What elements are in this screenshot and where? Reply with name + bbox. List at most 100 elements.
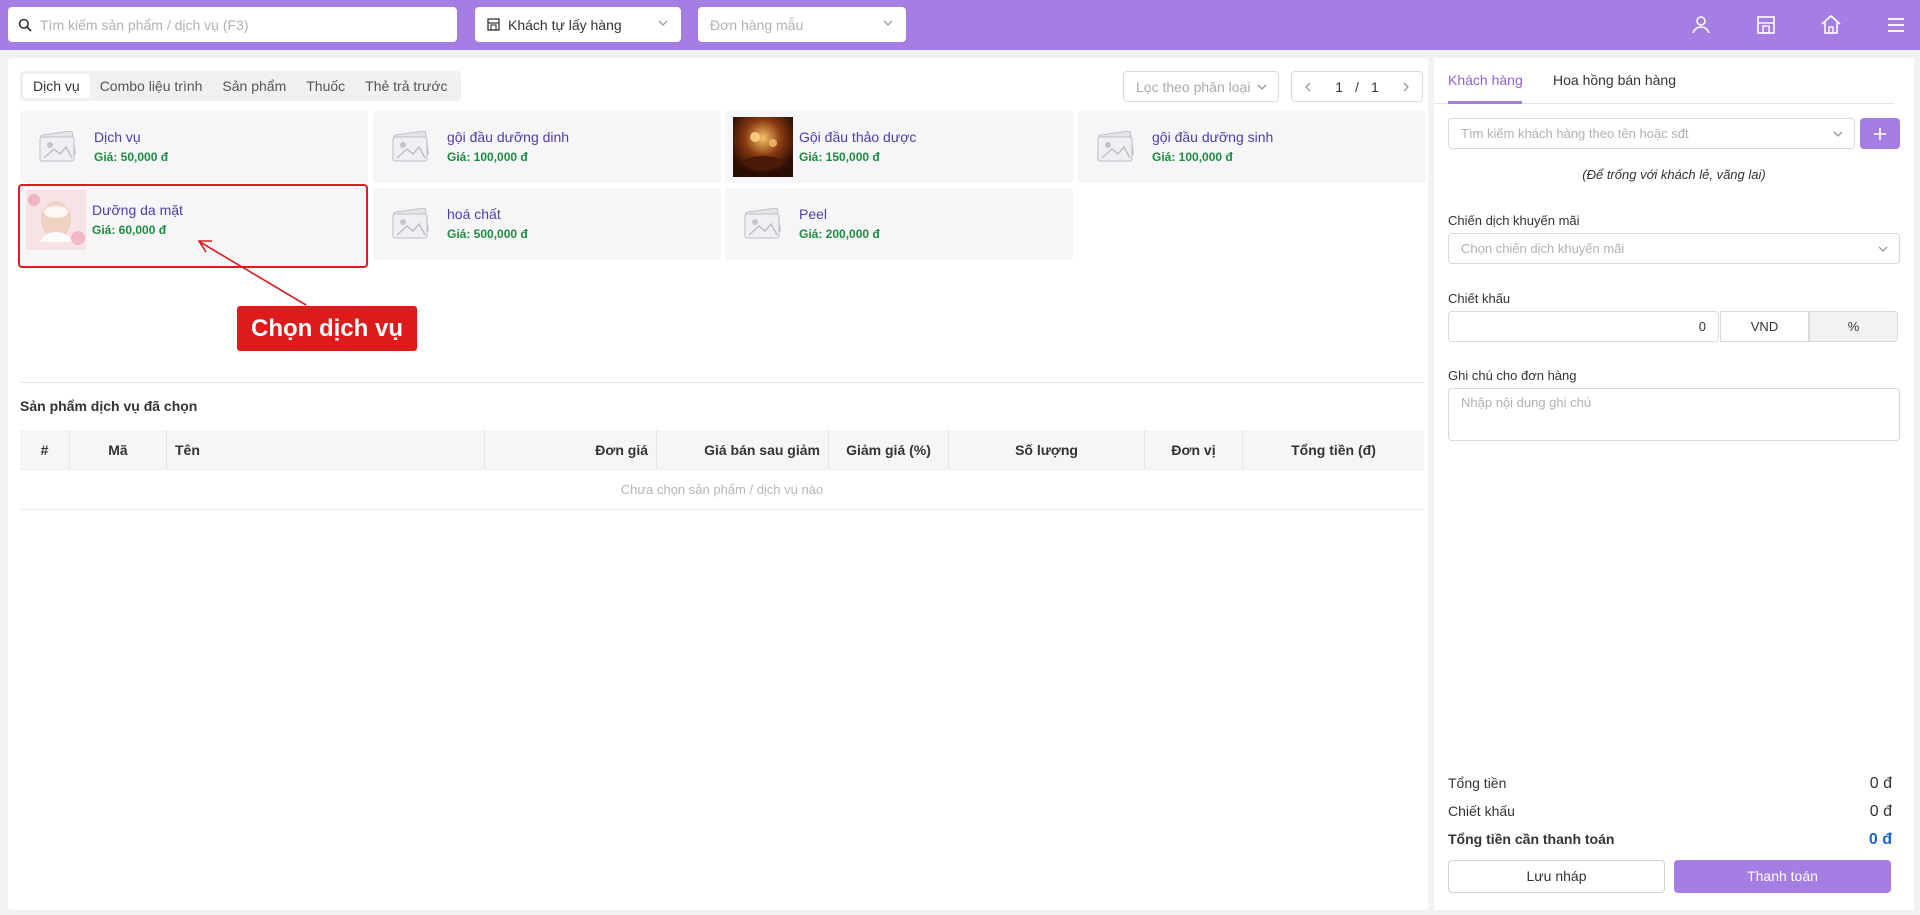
service-name: gội đầu dưỡng sinh — [1152, 129, 1274, 145]
col-unit-price: Đơn giá — [485, 430, 657, 470]
col-unit: Đơn vị — [1145, 430, 1243, 470]
discount-row: Chiết khấu 0 đ — [1448, 803, 1892, 825]
total-row: Tổng tiền cần thanh toán 0 đ — [1448, 831, 1892, 853]
tab-customer[interactable]: Khách hàng — [1448, 72, 1523, 88]
chevron-down-icon — [658, 20, 668, 26]
promo-select[interactable]: Chọn chiến dịch khuyến mãi — [1448, 233, 1900, 264]
tab-sales-commission[interactable]: Hoa hồng bán hàng — [1553, 72, 1676, 88]
section-divider — [20, 382, 1424, 383]
discount-input[interactable]: 0 — [1448, 311, 1719, 342]
tab-medicine[interactable]: Thuốc — [296, 74, 355, 98]
service-price: Giá: 500,000 đ — [447, 227, 528, 241]
tab-services[interactable]: Dịch vụ — [23, 74, 90, 98]
service-name: Dưỡng da mặt — [92, 202, 183, 218]
discount-summary-value: 0 đ — [1869, 803, 1892, 820]
tab-combo[interactable]: Combo liệu trình — [90, 74, 213, 98]
menu-icon[interactable] — [1884, 13, 1908, 37]
category-filter-placeholder: Lọc theo phân loại — [1136, 78, 1251, 95]
col-total: Tổng tiền (đ) — [1291, 442, 1376, 458]
service-name: gội đầu dưỡng dinh — [447, 129, 570, 145]
order-note-textarea[interactable]: Nhập nội dung ghi chú — [1448, 388, 1900, 441]
col-quantity: Số lượng — [949, 430, 1145, 470]
product-search-input[interactable]: Tìm kiếm sản phẩm / dịch vụ (F3) — [40, 17, 249, 33]
herbal-photo — [733, 117, 793, 177]
category-filter-select[interactable]: Lọc theo phân loại — [1123, 71, 1279, 102]
service-card[interactable]: Gội đầu thảo dược Giá: 150,000 đ — [725, 111, 1073, 183]
service-card[interactable]: Dịch vụ Giá: 50,000 đ — [20, 111, 368, 183]
subtotal-value: 0 đ — [1869, 775, 1892, 792]
service-card[interactable]: gội đầu dưỡng sinh Giá: 100,000 đ — [1078, 111, 1426, 183]
subtotal-label: Tổng tiền — [1448, 775, 1507, 791]
user-icon[interactable] — [1689, 13, 1713, 37]
placeholder-image-icon — [1086, 117, 1146, 177]
active-tab-indicator — [1448, 101, 1522, 104]
subtotal-row: Tổng tiền 0 đ — [1448, 775, 1892, 797]
service-price: Giá: 200,000 đ — [799, 227, 880, 241]
delivery-mode-value: Khách tự lấy hàng — [508, 16, 622, 33]
service-card[interactable]: gội đầu dưỡng dinh Giá: 100,000 đ — [373, 111, 721, 183]
store-icon[interactable] — [1754, 13, 1778, 37]
discount-summary-label: Chiết khấu — [1448, 803, 1515, 819]
promo-placeholder: Chọn chiến dịch khuyến mãi — [1461, 241, 1625, 256]
service-card[interactable]: Peel Giá: 200,000 đ — [725, 188, 1073, 260]
col-price-after-discount: Giá bán sau giảm — [657, 430, 829, 470]
note-label: Ghi chú cho đơn hàng — [1448, 368, 1577, 383]
total-pages: 1 — [1370, 78, 1379, 95]
choose-service-callout: Chọn dịch vụ — [237, 306, 417, 351]
discount-unit-percent[interactable]: % — [1809, 311, 1898, 342]
walk-in-hint: (Để trống với khách lẻ, vãng lai) — [1582, 167, 1766, 182]
customer-search-placeholder: Tìm kiếm khách hàng theo tên hoặc sđt — [1461, 126, 1689, 141]
customer-panel: Khách hàng Hoa hồng bán hàng Tìm kiếm kh… — [1434, 58, 1914, 910]
chevron-right-icon[interactable] — [1400, 81, 1412, 93]
total-label: Tổng tiền cần thanh toán — [1448, 831, 1615, 847]
pagination: 1 / 1 — [1291, 71, 1423, 102]
current-page[interactable]: 1 — [1335, 79, 1343, 95]
discount-unit-vnd[interactable]: VND — [1720, 311, 1809, 342]
chevron-down-icon — [1257, 84, 1267, 90]
store-small-icon — [487, 18, 500, 31]
facial-photo — [26, 190, 86, 250]
template-order-placeholder: Đơn hàng mẫu — [710, 16, 804, 33]
service-price: Giá: 50,000 đ — [94, 150, 169, 164]
service-price: Giá: 60,000 đ — [92, 223, 167, 237]
col-index: # — [20, 430, 70, 470]
checkout-button[interactable]: Thanh toán — [1674, 860, 1891, 893]
service-price: Giá: 150,000 đ — [799, 150, 880, 164]
service-name: Gội đầu thảo dược — [799, 129, 917, 145]
empty-table-message: Chưa chọn sản phẩm / dịch vụ nào — [20, 470, 1424, 510]
service-price: Giá: 100,000 đ — [1152, 150, 1233, 164]
service-name: hoá chất — [447, 206, 501, 222]
template-order-select[interactable]: Đơn hàng mẫu — [698, 7, 906, 42]
service-name: Dịch vụ — [94, 129, 141, 145]
col-name: Tên — [167, 430, 485, 470]
chevron-down-icon — [883, 20, 893, 26]
promo-label: Chiến dịch khuyến mãi — [1448, 213, 1580, 228]
home-icon[interactable] — [1819, 13, 1843, 37]
plus-icon — [1874, 127, 1886, 140]
page-separator: / — [1355, 78, 1359, 95]
save-draft-button[interactable]: Lưu nháp — [1448, 860, 1665, 893]
col-discount-percent: Giảm giá (%) — [829, 430, 949, 470]
placeholder-image-icon — [28, 117, 88, 177]
placeholder-image-icon — [381, 194, 441, 254]
catalog-panel: Dịch vụ Combo liệu trình Sản phẩm Thuốc … — [8, 58, 1428, 910]
service-card[interactable]: hoá chất Giá: 500,000 đ — [373, 188, 721, 260]
catalog-tabs: Dịch vụ Combo liệu trình Sản phẩm Thuốc … — [20, 71, 461, 101]
service-name: Peel — [799, 206, 828, 222]
placeholder-image-icon — [381, 117, 441, 177]
tab-products[interactable]: Sản phẩm — [212, 74, 296, 98]
delivery-mode-select[interactable]: Khách tự lấy hàng — [475, 7, 681, 42]
chevron-down-icon — [1878, 246, 1888, 252]
service-card-selected[interactable]: Dưỡng da mặt Giá: 60,000 đ — [18, 184, 368, 268]
customer-tabs: Khách hàng Hoa hồng bán hàng — [1434, 58, 1894, 104]
total-value: 0 đ — [1868, 831, 1892, 848]
tab-prepaid-card[interactable]: Thẻ trả trước — [355, 74, 457, 98]
product-search-box[interactable]: Tìm kiếm sản phẩm / dịch vụ (F3) — [8, 7, 457, 42]
customer-search-select[interactable]: Tìm kiếm khách hàng theo tên hoặc sđt — [1448, 118, 1855, 149]
service-price: Giá: 100,000 đ — [447, 150, 528, 164]
placeholder-image-icon — [733, 194, 793, 254]
selected-items-title: Sản phẩm dịch vụ đã chọn — [20, 398, 198, 414]
chevron-left-icon[interactable] — [1302, 81, 1314, 93]
add-customer-button[interactable] — [1860, 118, 1900, 149]
selected-items-header: # Mã Tên Đơn giá Giá bán sau giảm Giảm g… — [20, 430, 1424, 470]
